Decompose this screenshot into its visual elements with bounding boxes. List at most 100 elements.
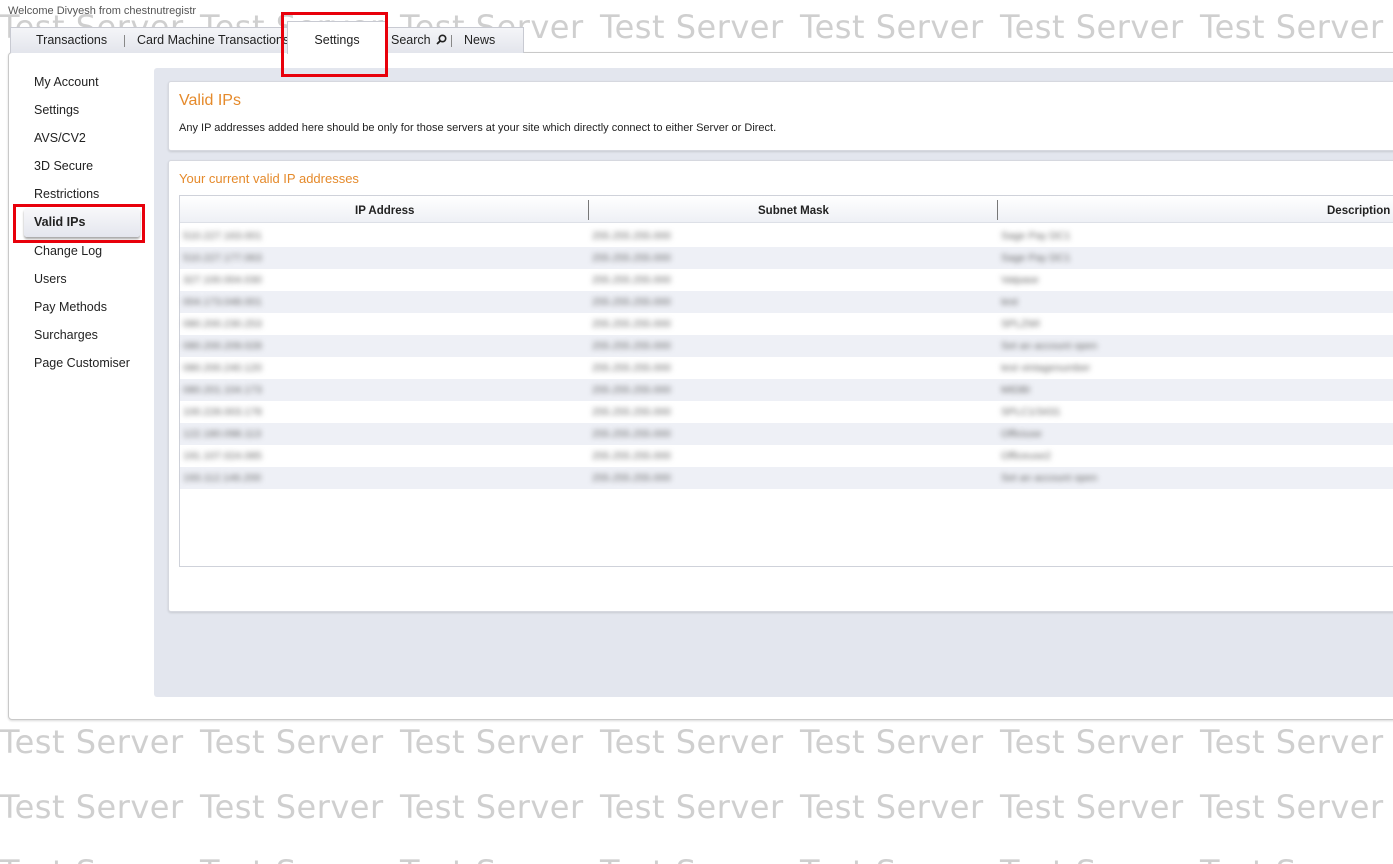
ip-address-cell: 510.227.177.063 xyxy=(183,252,262,264)
sidebar-item-avs-cv2[interactable]: AVS/CV2 xyxy=(34,131,86,145)
table-row[interactable]: 122.180.098.113 255.255.255.000 Officiuse xyxy=(180,423,1393,445)
description-cell: test vintagenumber xyxy=(1001,362,1091,374)
col-ip-address[interactable]: IP Address xyxy=(355,205,414,217)
col-description[interactable]: Description xyxy=(1327,205,1390,217)
ip-address-cell: 122.180.098.113 xyxy=(183,428,262,440)
sidebar-item-settings[interactable]: Settings xyxy=(34,103,79,117)
watermark-text: Test Server xyxy=(1000,853,1200,864)
table-row[interactable]: 080.200.230.253 255.255.255.000 SPLZWI xyxy=(180,313,1393,335)
watermark-text: Test Server xyxy=(600,723,784,761)
watermark-text: Test Server xyxy=(200,853,400,864)
sidebar-item-page-customiser[interactable]: Page Customiser xyxy=(34,356,130,370)
section-subtitle: Your current valid IP addresses xyxy=(179,171,359,186)
table-row[interactable]: 080.201.104.173 255.255.255.000 MIDBI xyxy=(180,379,1393,401)
tab-news[interactable]: News xyxy=(464,33,495,47)
ip-address-cell: 080.200.230.253 xyxy=(183,318,262,330)
ip-address-cell: 193.112.146.200 xyxy=(183,472,262,484)
sidebar-item-pay-methods[interactable]: Pay Methods xyxy=(34,300,107,314)
subnet-mask-cell: 255.255.255.000 xyxy=(592,274,671,286)
table-row[interactable]: 080.200.209.028 255.255.255.000 Set an acc… xyxy=(180,335,1393,357)
watermark-text: Test Server xyxy=(1200,723,1384,761)
ip-address-cell: 080.201.104.173 xyxy=(183,384,262,396)
subnet-mask-cell: 255.255.255.000 xyxy=(592,428,671,440)
sidebar-item-valid-ips[interactable]: Valid IPs xyxy=(34,215,85,229)
watermark-text: Test Server xyxy=(1200,8,1384,46)
sidebar-item-restrictions[interactable]: Restrictions xyxy=(34,187,99,201)
watermark-text: Test Server xyxy=(400,853,600,864)
description-cell: Sage Pay DC1 xyxy=(1001,230,1071,242)
table-row[interactable]: 100.228.003.178 255.255.255.000 SPLC1/3431 xyxy=(180,401,1393,423)
tab-search[interactable]: Search xyxy=(391,33,447,47)
page-title: Valid IPs xyxy=(179,92,241,109)
watermark-text: Test Server xyxy=(800,723,984,761)
tab-card-machine-transactions[interactable]: Card Machine Transactions xyxy=(137,33,289,47)
sidebar-item-my-account[interactable]: My Account xyxy=(34,75,99,89)
column-divider[interactable] xyxy=(997,200,998,220)
description-cell: Officiuse xyxy=(1001,428,1042,440)
subnet-mask-cell: 255.255.255.000 xyxy=(592,472,671,484)
search-icon xyxy=(436,34,447,45)
tab-divider xyxy=(451,35,452,47)
tab-divider xyxy=(124,35,125,47)
description-cell: Set an account open xyxy=(1001,340,1098,352)
table-row[interactable]: 327.100.004.030 255.255.255.000 Vatpase xyxy=(180,269,1393,291)
description-cell: SPLZWI xyxy=(1001,318,1041,330)
tab-settings[interactable]: Settings xyxy=(287,21,387,54)
subnet-mask-cell: 255.255.255.000 xyxy=(592,406,671,418)
description-cell: Officeuse2 xyxy=(1001,450,1052,462)
table-row[interactable]: 004.173.048.001 255.255.255.000 test xyxy=(180,291,1393,313)
sidebar-item-surcharges[interactable]: Surcharges xyxy=(34,328,98,342)
valid-ips-table: IP Address Subnet Mask Description 510.2… xyxy=(179,195,1393,567)
description-cell: SPLC1/3431 xyxy=(1001,406,1061,418)
subnet-mask-cell: 255.255.255.000 xyxy=(592,384,671,396)
table-row[interactable]: 080.200.240.120 255.255.255.000 test vinta… xyxy=(180,357,1393,379)
description-cell: Set an account open xyxy=(1001,472,1098,484)
tab-transactions[interactable]: Transactions xyxy=(36,33,107,47)
subnet-mask-cell: 255.255.255.000 xyxy=(592,318,671,330)
description-cell: test xyxy=(1001,296,1018,308)
ip-address-cell: 100.228.003.178 xyxy=(183,406,262,418)
watermark-text: Test Server xyxy=(0,788,184,826)
ip-address-cell: 080.200.209.028 xyxy=(183,340,262,352)
subnet-mask-cell: 255.255.255.000 xyxy=(592,450,671,462)
table-row[interactable]: 510.227.177.063 255.255.255.000 Sage Pay D… xyxy=(180,247,1393,269)
welcome-text: Welcome Divyesh from chestnutregistr xyxy=(8,5,197,17)
watermark-text: Test Server xyxy=(1000,723,1184,761)
description-cell: Sage Pay DC1 xyxy=(1001,252,1071,264)
watermark-text: Test Server xyxy=(0,723,184,761)
table-header: IP Address Subnet Mask Description xyxy=(180,196,1393,223)
watermark-text: Test Server xyxy=(800,853,1000,864)
sidebar-item-3d-secure[interactable]: 3D Secure xyxy=(34,159,93,173)
table-row[interactable]: 191.107.024.085 255.255.255.000 Officeuse2 xyxy=(180,445,1393,467)
table-row[interactable]: 193.112.146.200 255.255.255.000 Set an acc… xyxy=(180,467,1393,489)
sidebar-item-users[interactable]: Users xyxy=(34,272,67,286)
subnet-mask-cell: 255.255.255.000 xyxy=(592,230,671,242)
ip-address-cell: 510.227.163.001 xyxy=(183,230,262,242)
subnet-mask-cell: 255.255.255.000 xyxy=(592,252,671,264)
ip-address-cell: 191.107.024.085 xyxy=(183,450,262,462)
watermark-text: Test Server xyxy=(800,8,984,46)
watermark-text: Test Server xyxy=(800,788,984,826)
watermark-text: Test Server xyxy=(600,853,800,864)
sidebar-item-change-log[interactable]: Change Log xyxy=(34,244,102,258)
description-cell: MIDBI xyxy=(1001,384,1031,396)
col-subnet-mask[interactable]: Subnet Mask xyxy=(758,205,829,217)
ip-address-cell: 327.100.004.030 xyxy=(183,274,262,286)
watermark-text: Test Server xyxy=(400,723,584,761)
valid-ips-header-panel: Valid IPs Any IP addresses added here sh… xyxy=(168,81,1393,151)
subnet-mask-cell: 255.255.255.000 xyxy=(592,362,671,374)
top-nav-tabs: Transactions Card Machine Transactions S… xyxy=(10,27,524,53)
watermark-text: Test Server xyxy=(1200,788,1384,826)
watermark-text: Test Server xyxy=(600,8,784,46)
tab-search-label: Search xyxy=(391,33,431,47)
description-cell: Vatpase xyxy=(1001,274,1039,286)
column-divider[interactable] xyxy=(588,200,589,220)
watermark-text: Test Server xyxy=(1000,788,1184,826)
watermark-text: Test Server xyxy=(1000,8,1184,46)
ip-address-cell: 004.173.048.001 xyxy=(183,296,262,308)
watermark-text: Test Server xyxy=(400,788,584,826)
subnet-mask-cell: 255.255.255.000 xyxy=(592,340,671,352)
tab-settings-label: Settings xyxy=(314,33,360,47)
page-description: Any IP addresses added here should be on… xyxy=(179,122,777,134)
table-row[interactable]: 510.227.163.001 255.255.255.000 Sage Pay D… xyxy=(180,225,1393,247)
